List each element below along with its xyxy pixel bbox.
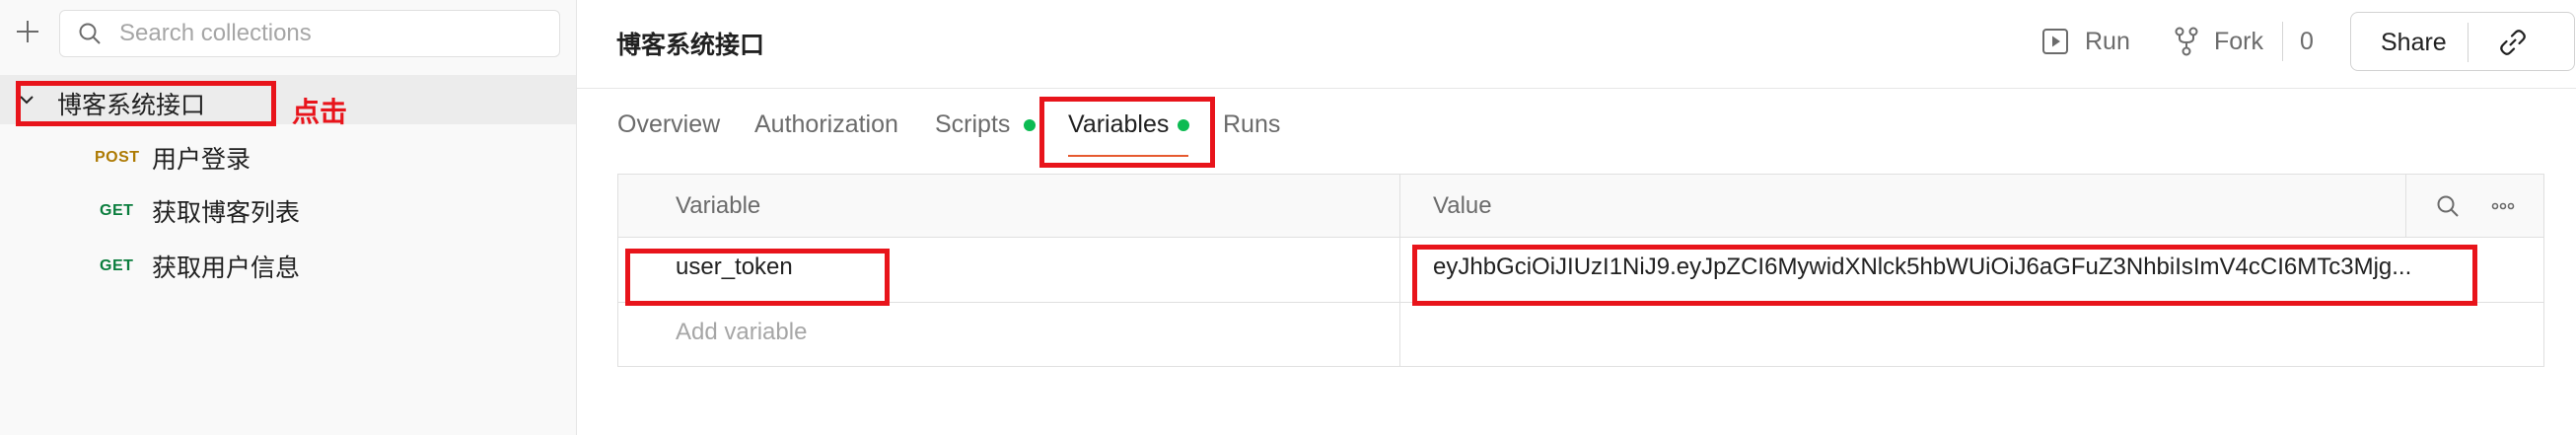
method-badge: GET — [100, 202, 134, 219]
chevron-down-icon[interactable] — [18, 91, 36, 109]
annotation-label: 点击 — [292, 97, 348, 127]
tab-runs[interactable]: Runs — [1223, 110, 1280, 139]
collection-header: 博客系统接口 Run Fork 0 Share — [577, 0, 2576, 89]
collections-sidebar: Search collections 博客系统接口 POST 用户登录 GET … — [0, 0, 577, 435]
run-button[interactable]: Run — [2041, 22, 2130, 61]
link-icon[interactable] — [2497, 27, 2529, 58]
table-header-row: Variable Value — [618, 175, 2543, 238]
tab-authorization[interactable]: Authorization — [754, 110, 898, 139]
search-placeholder: Search collections — [119, 20, 312, 46]
column-header-value: Value — [1433, 192, 1492, 219]
search-collections-input[interactable]: Search collections — [59, 10, 560, 57]
request-item[interactable]: POST 用户登录 — [0, 132, 576, 183]
add-variable-input[interactable]: Add variable — [676, 319, 807, 346]
method-badge: GET — [100, 257, 134, 274]
request-item[interactable]: GET 获取博客列表 — [0, 185, 576, 237]
search-icon — [79, 23, 101, 44]
request-name: 用户登录 — [152, 146, 251, 174]
active-tab-indicator — [1068, 155, 1188, 157]
share-button-group: Share — [2350, 12, 2575, 71]
request-name: 获取博客列表 — [152, 199, 301, 227]
tab-overview[interactable]: Overview — [617, 110, 720, 139]
new-collection-button[interactable] — [12, 14, 43, 49]
fork-label: Fork — [2214, 27, 2263, 55]
more-icon[interactable] — [2491, 200, 2515, 212]
variable-value-cell[interactable]: eyJhbGciOiJIUzI1NiJ9.eyJpZCI6MywidXNlck5… — [1433, 254, 2411, 281]
fork-icon — [2175, 27, 2198, 56]
variables-table: Variable Value user_token eyJhbGciOiJIUz… — [617, 174, 2544, 367]
variables-status-dot — [1178, 119, 1189, 131]
share-button[interactable]: Share — [2381, 29, 2447, 57]
fork-count-divider — [2282, 22, 2283, 61]
collection-name: 博客系统接口 — [57, 92, 206, 119]
page-title: 博客系统接口 — [616, 32, 765, 59]
column-header-variable: Variable — [676, 192, 761, 219]
method-badge: POST — [95, 149, 140, 166]
table-row: user_token eyJhbGciOiJIUzI1NiJ9.eyJpZCI6… — [618, 238, 2543, 303]
fork-button[interactable]: Fork — [2173, 22, 2263, 61]
search-icon[interactable] — [2436, 194, 2460, 218]
share-divider — [2468, 23, 2469, 62]
scripts-status-dot — [1024, 119, 1036, 131]
fork-count: 0 — [2300, 27, 2314, 55]
play-icon — [2042, 29, 2068, 54]
variable-name-cell[interactable]: user_token — [676, 254, 793, 281]
header-actions-divider — [2405, 175, 2406, 238]
request-name: 获取用户信息 — [152, 254, 301, 282]
tab-variables[interactable]: Variables — [1068, 110, 1169, 139]
tab-scripts[interactable]: Scripts — [935, 110, 1010, 139]
request-item[interactable]: GET 获取用户信息 — [0, 241, 576, 292]
collection-item[interactable]: 博客系统接口 — [0, 75, 576, 124]
plus-icon — [17, 21, 38, 42]
run-label: Run — [2085, 27, 2130, 55]
